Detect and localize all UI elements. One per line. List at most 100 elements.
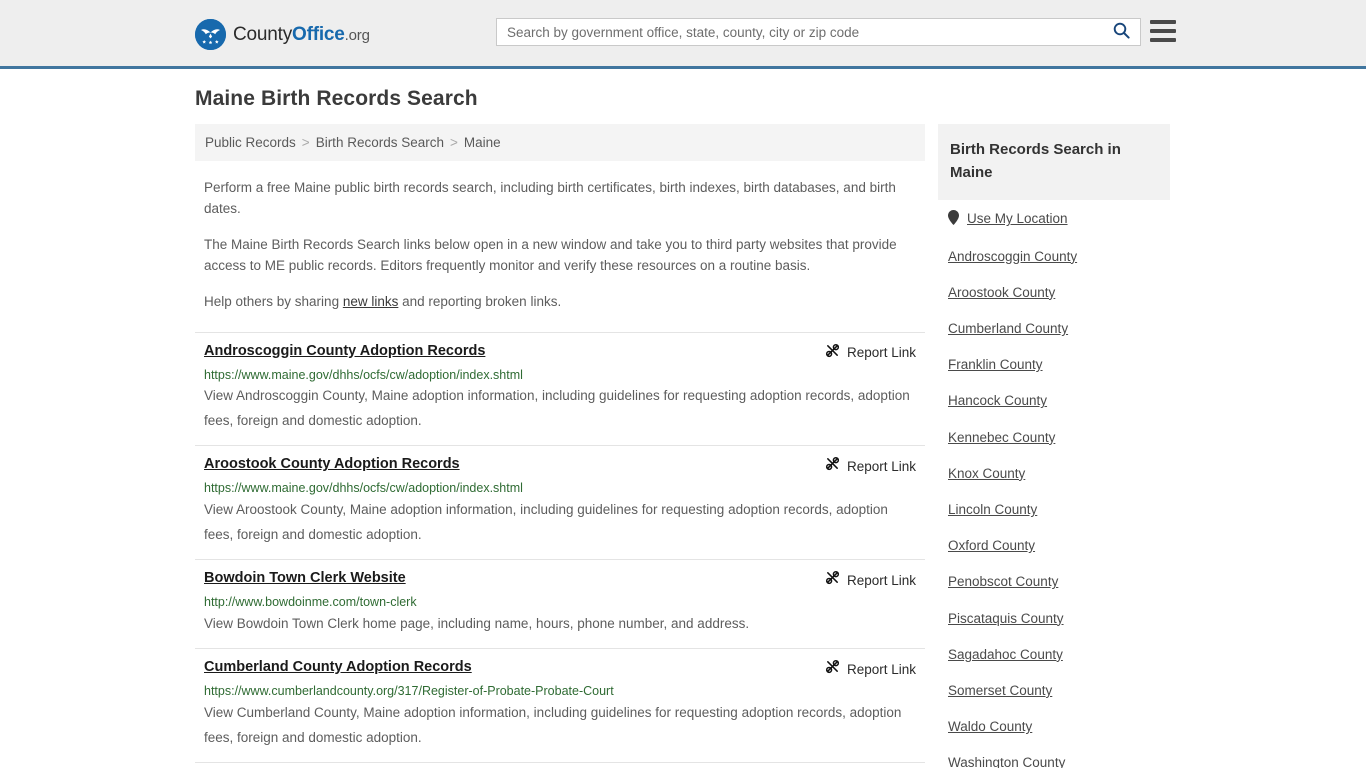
sidebar-item-lincoln-county[interactable]: Lincoln County <box>938 492 1170 528</box>
broken-link-icon <box>825 659 840 679</box>
sidebar-item-label: Androscoggin County <box>948 248 1078 264</box>
list-item: Lincoln County <box>938 492 1170 528</box>
result-header: Androscoggin County Adoption Records Rep… <box>204 342 916 363</box>
result-title-link[interactable]: Cumberland County Adoption Records <box>204 658 472 677</box>
intro-paragraph-2: The Maine Birth Records Search links bel… <box>204 236 897 273</box>
site-logo[interactable]: CountyOffice.org <box>195 19 370 50</box>
sidebar-heading: Birth Records Search in Maine <box>938 124 1170 200</box>
site-logo-text: CountyOffice.org <box>233 24 370 46</box>
sidebar-item-label: Oxford County <box>948 538 1036 554</box>
intro-paragraph-1: Perform a free Maine public birth record… <box>204 180 896 216</box>
breadcrumb-item-birth-records-search[interactable]: Birth Records Search <box>316 135 444 150</box>
sidebar-item-label: Washington County <box>948 755 1066 768</box>
search-input[interactable] <box>497 19 1102 45</box>
sidebar-item-sagadahoc-county[interactable]: Sagadahoc County <box>938 637 1170 673</box>
sidebar-item-aroostook-county[interactable]: Aroostook County <box>938 275 1170 311</box>
new-links-link[interactable]: new links <box>343 294 399 309</box>
sidebar-item-label: Kennebec County <box>948 429 1056 445</box>
hamburger-menu-icon-bar-1 <box>1150 20 1176 24</box>
sidebar-item-piscataquis-county[interactable]: Piscataquis County <box>938 601 1170 637</box>
sidebar-item-franklin-county[interactable]: Franklin County <box>938 347 1170 383</box>
report-link-label: Report Link <box>846 345 916 361</box>
sidebar-item-washington-county[interactable]: Washington County <box>938 745 1170 768</box>
intro-text-before-link: Help others by sharing <box>204 293 343 309</box>
list-item: Kennebec County <box>938 420 1170 456</box>
report-link-label: Report Link <box>846 572 916 588</box>
sidebar-item-label: Aroostook County <box>948 284 1056 300</box>
result-url[interactable]: https://www.maine.gov/dhhs/ocfs/cw/adopt… <box>204 480 916 497</box>
sidebar-item-cumberland-county[interactable]: Cumberland County <box>938 311 1170 347</box>
hamburger-menu-button[interactable] <box>1150 20 1176 42</box>
result-url[interactable]: http://www.bowdoinme.com/town-clerk <box>204 594 916 611</box>
sidebar-item-oxford-county[interactable]: Oxford County <box>938 528 1170 564</box>
list-item: Piscataquis County <box>938 601 1170 637</box>
logo-text-tld: .org <box>344 26 370 44</box>
site-header: CountyOffice.org <box>0 0 1366 69</box>
result-url[interactable]: https://www.cumberlandcounty.org/317/Reg… <box>204 683 916 700</box>
hamburger-menu-icon-bar-3 <box>1150 38 1176 42</box>
search-bar[interactable] <box>496 18 1141 46</box>
sidebar-item-knox-county[interactable]: Knox County <box>938 456 1170 492</box>
list-item: Waldo County <box>938 709 1170 745</box>
broken-link-icon <box>825 570 840 590</box>
sidebar-item-kennebec-county[interactable]: Kennebec County <box>938 420 1170 456</box>
result-header: Aroostook County Adoption Records Report… <box>204 455 916 476</box>
result-url[interactable]: https://www.maine.gov/dhhs/ocfs/cw/adopt… <box>204 367 916 384</box>
breadcrumb: Public Records > Birth Records Search > … <box>195 124 925 161</box>
list-item: Knox County <box>938 456 1170 492</box>
list-item: Penobscot County <box>938 564 1170 600</box>
result-description: View Bowdoin Town Clerk home page, inclu… <box>204 616 750 632</box>
sidebar-item-label: Cumberland County <box>948 321 1069 337</box>
report-link-button[interactable]: Report Link <box>825 659 916 679</box>
sidebar-item-label: Sagadahoc County <box>948 646 1063 662</box>
broken-link-icon <box>825 456 840 476</box>
list-item: Cumberland County <box>938 311 1170 347</box>
list-item: Franklin County <box>938 347 1170 383</box>
list-item: Sagadahoc County <box>938 637 1170 673</box>
breadcrumb-item-public-records[interactable]: Public Records <box>205 135 296 150</box>
result-header: Cumberland County Adoption Records Repor… <box>204 658 916 679</box>
result-description: View Cumberland County, Maine adoption i… <box>204 704 902 745</box>
report-link-button[interactable]: Report Link <box>825 456 916 476</box>
logo-text-county: County <box>233 23 293 45</box>
result-item: Cumberland Town Clerk's Office Vital Rec… <box>195 761 925 768</box>
result-title-link[interactable]: Bowdoin Town Clerk Website <box>204 569 406 588</box>
list-item: Hancock County <box>938 383 1170 419</box>
search-button[interactable] <box>1102 19 1140 45</box>
result-title-link[interactable]: Androscoggin County Adoption Records <box>204 342 485 361</box>
sidebar-item-label: Use My Location <box>967 211 1068 226</box>
breadcrumb-separator-2: > <box>450 135 458 150</box>
breadcrumb-item-maine: Maine <box>463 135 501 150</box>
sidebar-county-list: Use My Location Androscoggin County Aroo… <box>938 200 1170 768</box>
sidebar-item-hancock-county[interactable]: Hancock County <box>938 383 1170 419</box>
results-list: Androscoggin County Adoption Records Rep… <box>195 331 925 768</box>
intro-section: Perform a free Maine public birth record… <box>195 178 925 313</box>
hamburger-menu-icon-bar-2 <box>1150 29 1176 33</box>
logo-text-office: Office <box>292 23 345 45</box>
list-item: Oxford County <box>938 528 1170 564</box>
eagle-seal-logo-icon <box>195 19 226 50</box>
report-link-button[interactable]: Report Link <box>825 570 916 590</box>
sidebar-item-label: Knox County <box>948 465 1026 481</box>
result-title-link[interactable]: Aroostook County Adoption Records <box>204 455 460 474</box>
result-item: Bowdoin Town Clerk Website Report Link h… <box>195 559 925 648</box>
sidebar-item-somerset-county[interactable]: Somerset County <box>938 673 1170 709</box>
intro-paragraph-3: Help others by sharing new links and rep… <box>204 292 916 313</box>
broken-link-icon <box>825 343 840 363</box>
page-title: Maine Birth Records Search <box>195 87 478 110</box>
main-content-column: Public Records > Birth Records Search > … <box>195 124 925 768</box>
breadcrumb-separator-1: > <box>301 135 310 150</box>
result-item: Cumberland County Adoption Records Repor… <box>195 648 925 762</box>
sidebar-item-penobscot-county[interactable]: Penobscot County <box>938 564 1170 600</box>
sidebar-item-androscoggin-county[interactable]: Androscoggin County <box>938 239 1170 275</box>
list-item: Aroostook County <box>938 275 1170 311</box>
sidebar-item-use-my-location[interactable]: Use My Location <box>938 200 1170 239</box>
list-item: Use My Location <box>938 200 1170 239</box>
result-description: View Aroostook County, Maine adoption in… <box>204 502 888 543</box>
sidebar-item-label: Hancock County <box>948 393 1048 409</box>
sidebar-item-label: Penobscot County <box>948 574 1059 590</box>
sidebar-item-waldo-county[interactable]: Waldo County <box>938 709 1170 745</box>
list-item: Washington County <box>938 745 1170 768</box>
report-link-button[interactable]: Report Link <box>825 343 916 363</box>
sidebar-item-label: Waldo County <box>948 719 1033 735</box>
